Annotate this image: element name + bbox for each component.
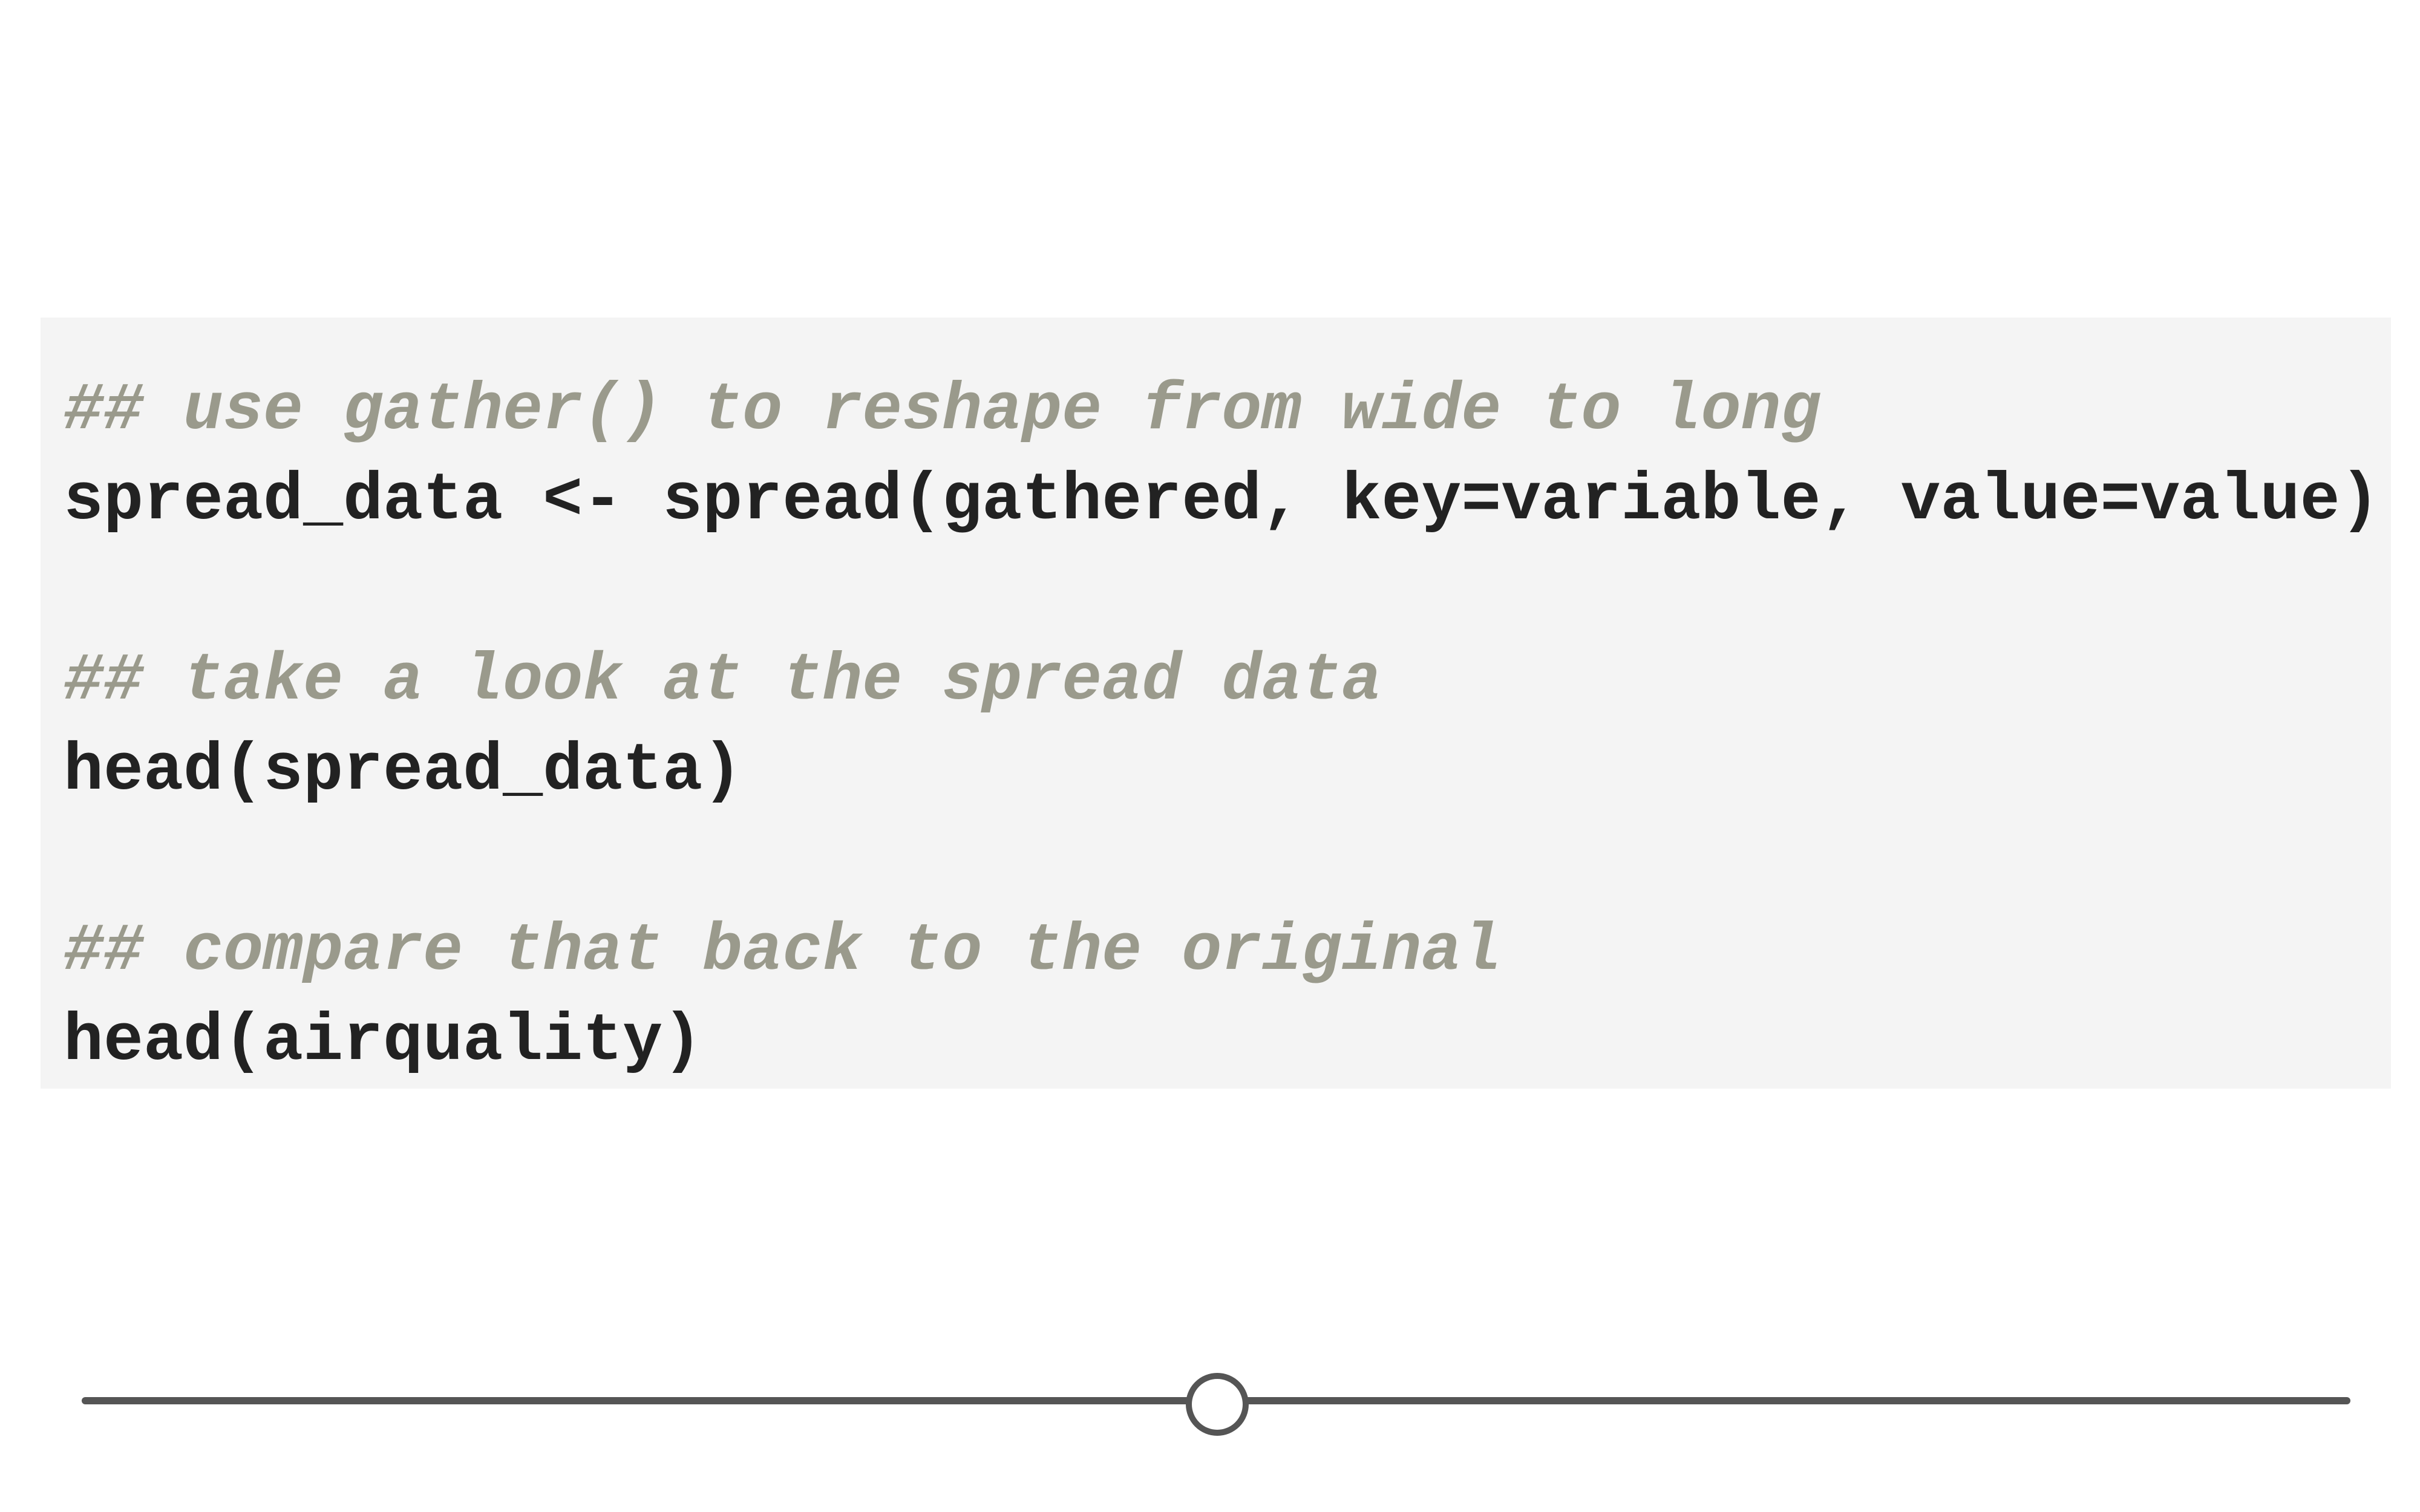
slider-thumb[interactable]	[1186, 1373, 1249, 1436]
progress-slider[interactable]	[82, 1373, 2350, 1436]
code-block: ## use gather() to reshape from wide to …	[41, 318, 2391, 1089]
code-comment-line: ## use gather() to reshape from wide to …	[64, 373, 1821, 449]
code-comment-line: ## take a look at the spread data	[64, 644, 1382, 719]
code-line: head(airquality)	[64, 1004, 703, 1080]
code-comment-line: ## compare that back to the original	[64, 914, 1502, 989]
code-line: spread_data <- spread(gathered, key=vari…	[64, 463, 2380, 539]
code-line: head(spread_data)	[64, 734, 743, 809]
